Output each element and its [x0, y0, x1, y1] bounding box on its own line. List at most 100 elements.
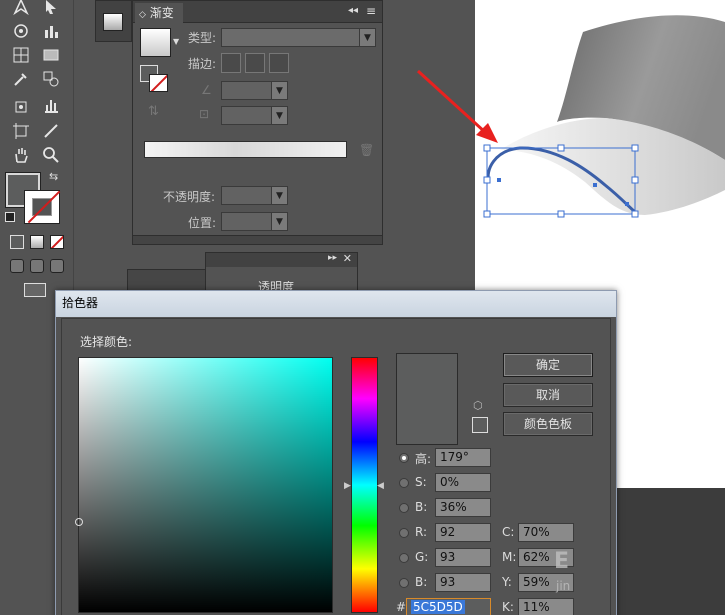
dialog-title-bar: 拾色器	[56, 291, 616, 317]
stroke-within-icon[interactable]	[221, 53, 241, 73]
saturation-label: S:	[415, 475, 427, 489]
trash-icon[interactable]: 🗑	[359, 143, 374, 157]
transparency-panel: ▸▸ ✕ 透明度	[205, 252, 358, 292]
aspect-ratio-field[interactable]: ▼	[221, 106, 288, 125]
green-label: G:	[415, 550, 429, 564]
ok-button[interactable]: 确定	[503, 353, 593, 377]
hex-value: 5C5D5D	[411, 600, 465, 614]
artboard-tool-icon[interactable]	[10, 120, 32, 142]
zoom-tool-icon[interactable]	[40, 144, 62, 166]
saturation-brightness-field[interactable]	[75, 357, 333, 613]
gradient-slider-bar[interactable]	[144, 141, 347, 158]
annotation-arrow-icon	[416, 69, 498, 143]
mesh-tool-icon[interactable]	[10, 44, 32, 66]
default-colors-icon[interactable]	[5, 212, 15, 222]
watermark-logo: E	[554, 549, 570, 574]
saturation-radio[interactable]	[399, 478, 409, 488]
stroke-label: 描边:	[188, 57, 217, 71]
green-input[interactable]: 93	[435, 548, 491, 567]
pen-tool-icon[interactable]	[10, 0, 32, 18]
red-radio[interactable]	[399, 528, 409, 538]
opacity-field[interactable]: ▼	[221, 186, 288, 205]
stroke-along-icon[interactable]	[245, 53, 265, 73]
gradient-type-select[interactable]: ▼	[221, 28, 376, 47]
hue-slider-right-handle[interactable]: ◀	[377, 481, 384, 491]
gradient-tab-label: 渐变	[149, 6, 174, 20]
red-label: R:	[415, 525, 428, 539]
draw-normal-icon[interactable]	[10, 259, 24, 273]
tab-gradient[interactable]: ◇ 渐变	[135, 3, 183, 23]
brightness-label: B:	[415, 500, 428, 514]
hue-radio[interactable]	[399, 453, 409, 463]
reverse-gradient-icon[interactable]: ⇅	[148, 104, 159, 119]
screen-mode-icon[interactable]	[24, 283, 46, 297]
symbol-sprayer-tool-icon[interactable]	[10, 94, 32, 116]
collapse-panel-icon[interactable]: ▸▸	[328, 253, 337, 263]
blue-input[interactable]: 93	[435, 573, 491, 592]
blue-label: B:	[415, 575, 428, 589]
gradient-tool-icon[interactable]	[40, 44, 62, 66]
stroke-across-icon[interactable]	[269, 53, 289, 73]
out-of-gamut-icon[interactable]: ⬡	[473, 399, 483, 412]
panel-menu-icon[interactable]: ≡	[366, 4, 376, 18]
gradient-panel-header: ◇ 渐变 ◂◂ ≡	[133, 1, 382, 23]
gradient-preview-swatch[interactable]	[140, 28, 171, 57]
position-field[interactable]: ▼	[221, 212, 288, 231]
watermark-text: jin	[556, 579, 571, 593]
cyan-label: C:	[502, 525, 515, 539]
brightness-radio[interactable]	[399, 503, 409, 513]
aspect-ratio-icon: ⊡	[199, 107, 210, 121]
slice-tool-icon[interactable]	[40, 120, 62, 142]
type-label: 类型:	[188, 31, 217, 45]
cyan-input[interactable]: 70%	[518, 523, 574, 542]
hue-slider-left-handle[interactable]: ▶	[344, 481, 351, 491]
hex-label: #	[396, 600, 407, 614]
hue-label: 高:	[415, 452, 432, 466]
gradient-stroke-icon[interactable]	[149, 74, 168, 92]
hex-input[interactable]: 5C5D5D	[406, 598, 491, 615]
hue-input[interactable]: 179°	[435, 448, 491, 467]
color-preview	[396, 353, 458, 445]
warp-tool-icon[interactable]	[10, 20, 32, 42]
collapse-panel-icon[interactable]: ◂◂	[348, 5, 358, 16]
hue-slider[interactable]	[351, 357, 378, 613]
position-label: 位置:	[188, 216, 217, 230]
color-cursor[interactable]	[75, 518, 83, 526]
gradient-panel-icon	[103, 13, 123, 31]
angle-field[interactable]: ▼	[221, 81, 288, 100]
canvas-pasteboard	[615, 488, 725, 615]
web-safe-swatch[interactable]	[472, 417, 488, 433]
draw-inside-icon[interactable]	[50, 259, 64, 273]
yellow-label: Y:	[502, 575, 512, 589]
brightness-input[interactable]: 36%	[435, 498, 491, 517]
draw-behind-icon[interactable]	[30, 259, 44, 273]
hand-tool-icon[interactable]	[10, 144, 32, 166]
panel-resize-grip[interactable]	[133, 235, 382, 244]
blue-radio[interactable]	[399, 578, 409, 588]
cancel-button[interactable]: 取消	[503, 383, 593, 407]
illustrator-workspace: { "gradient_panel": { "tab_title": "渐变",…	[0, 0, 725, 615]
graph-tool-icon[interactable]	[40, 20, 62, 42]
color-mode-icon[interactable]	[10, 235, 24, 249]
color-swatches-button[interactable]: 颜色色板	[503, 412, 593, 436]
eyedropper-tool-icon[interactable]	[10, 68, 32, 90]
swap-colors-icon[interactable]: ⇆	[49, 170, 58, 183]
transparency-panel-header: ▸▸ ✕	[206, 252, 357, 267]
dialog-title: 拾色器	[62, 296, 99, 310]
red-input[interactable]: 92	[435, 523, 491, 542]
collapsed-panel-stub[interactable]	[95, 0, 132, 42]
color-picker-dialog: 拾色器 选择颜色: ▶ ◀ ⬡ 确定 取消 颜色色板 高: 179° S: 0%…	[55, 290, 617, 615]
tools-panel: ⇆	[0, 0, 74, 310]
green-radio[interactable]	[399, 553, 409, 563]
column-graph-tool-icon[interactable]	[40, 94, 62, 116]
gradient-mode-icon[interactable]	[30, 235, 44, 249]
black-input[interactable]: 11%	[518, 598, 574, 615]
close-icon[interactable]: ✕	[343, 252, 352, 265]
saturation-input[interactable]: 0%	[435, 473, 491, 492]
blend-tool-icon[interactable]	[40, 68, 62, 90]
direct-select-tool-icon[interactable]	[40, 0, 62, 18]
chevron-down-icon[interactable]: ▼	[173, 37, 179, 46]
magenta-label: M:	[502, 550, 517, 564]
stroke-color-swatch[interactable]	[24, 190, 60, 224]
none-mode-icon[interactable]	[50, 235, 64, 249]
